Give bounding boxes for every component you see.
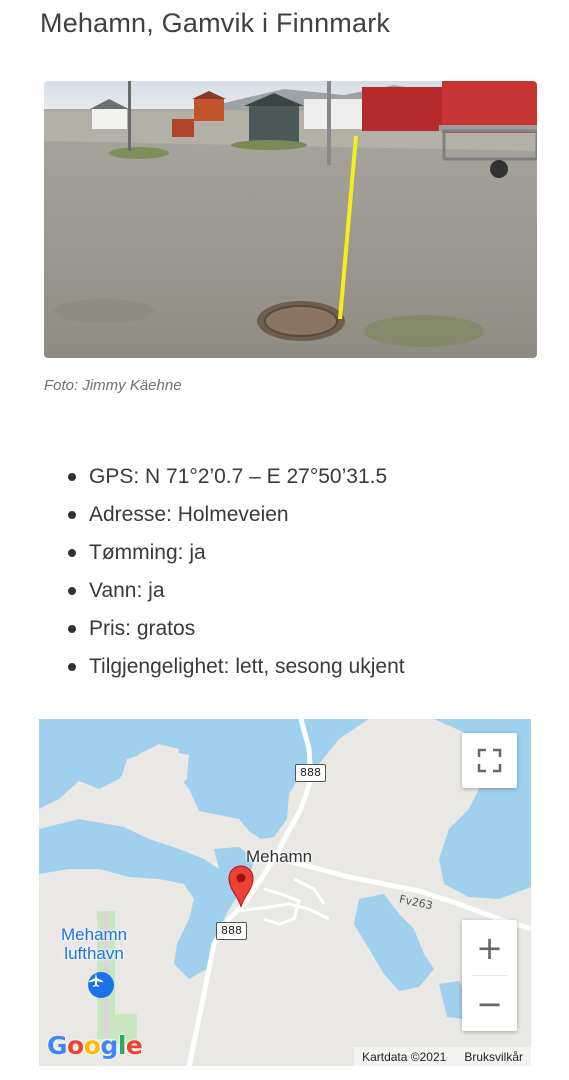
bullet-icon xyxy=(68,473,76,481)
road-888-shield: 888 xyxy=(216,922,247,940)
bullet-icon xyxy=(68,625,76,633)
bullet-icon xyxy=(68,587,76,595)
facts-list: GPS: N 71°2’0.7 – E 27°50’31.5 Adresse: … xyxy=(0,460,569,688)
bullet-icon xyxy=(68,511,76,519)
fact-gps: GPS: N 71°2’0.7 – E 27°50’31.5 xyxy=(89,465,388,488)
zoom-in-button[interactable]: + xyxy=(462,920,517,975)
fact-address: Adresse: Holmeveien xyxy=(89,503,289,526)
fact-water: Vann: ja xyxy=(89,579,165,602)
zoom-out-button[interactable]: − xyxy=(462,976,517,1031)
page-title: Mehamn, Gamvik i Finnmark xyxy=(40,8,391,38)
photo-caption: Foto: Jimmy Käehne xyxy=(44,377,182,394)
map-embed[interactable]: 888 888 Fv263 Mehamn Mehamn lufthavn + −… xyxy=(39,719,531,1066)
bullet-icon xyxy=(68,663,76,671)
site-photo xyxy=(44,81,537,358)
list-item: Tømming: ja xyxy=(0,536,569,574)
map-attribution: Kartdata ©2021 Bruksvilkår xyxy=(354,1047,531,1066)
fullscreen-icon xyxy=(477,748,502,773)
map-canvas[interactable] xyxy=(39,719,531,1066)
list-item: Pris: gratos xyxy=(0,612,569,650)
terms-link[interactable]: Bruksvilkår xyxy=(464,1050,523,1064)
fact-accessibility: Tilgjengelighet: lett, sesong ukjent xyxy=(89,655,405,678)
place-label[interactable]: Mehamn xyxy=(246,847,312,867)
airplane-icon[interactable] xyxy=(88,972,114,998)
fullscreen-button[interactable] xyxy=(462,733,517,788)
bullet-icon xyxy=(68,549,76,557)
airport-label-line1: Mehamn xyxy=(61,925,128,944)
list-item: GPS: N 71°2’0.7 – E 27°50’31.5 xyxy=(0,460,569,498)
google-logo[interactable]: Google xyxy=(47,1031,143,1060)
list-item: Tilgjengelighet: lett, sesong ukjent xyxy=(0,650,569,688)
fact-emptying: Tømming: ja xyxy=(89,541,206,564)
list-item: Adresse: Holmeveien xyxy=(0,498,569,536)
road-888-shield: 888 xyxy=(295,764,326,782)
airport-label[interactable]: Mehamn lufthavn xyxy=(61,925,127,963)
map-data-credit: Kartdata ©2021 xyxy=(362,1049,447,1064)
fact-price: Pris: gratos xyxy=(89,617,196,640)
zoom-controls: + − xyxy=(462,920,517,1031)
airport-label-line2: lufthavn xyxy=(64,944,124,963)
list-item: Vann: ja xyxy=(0,574,569,612)
